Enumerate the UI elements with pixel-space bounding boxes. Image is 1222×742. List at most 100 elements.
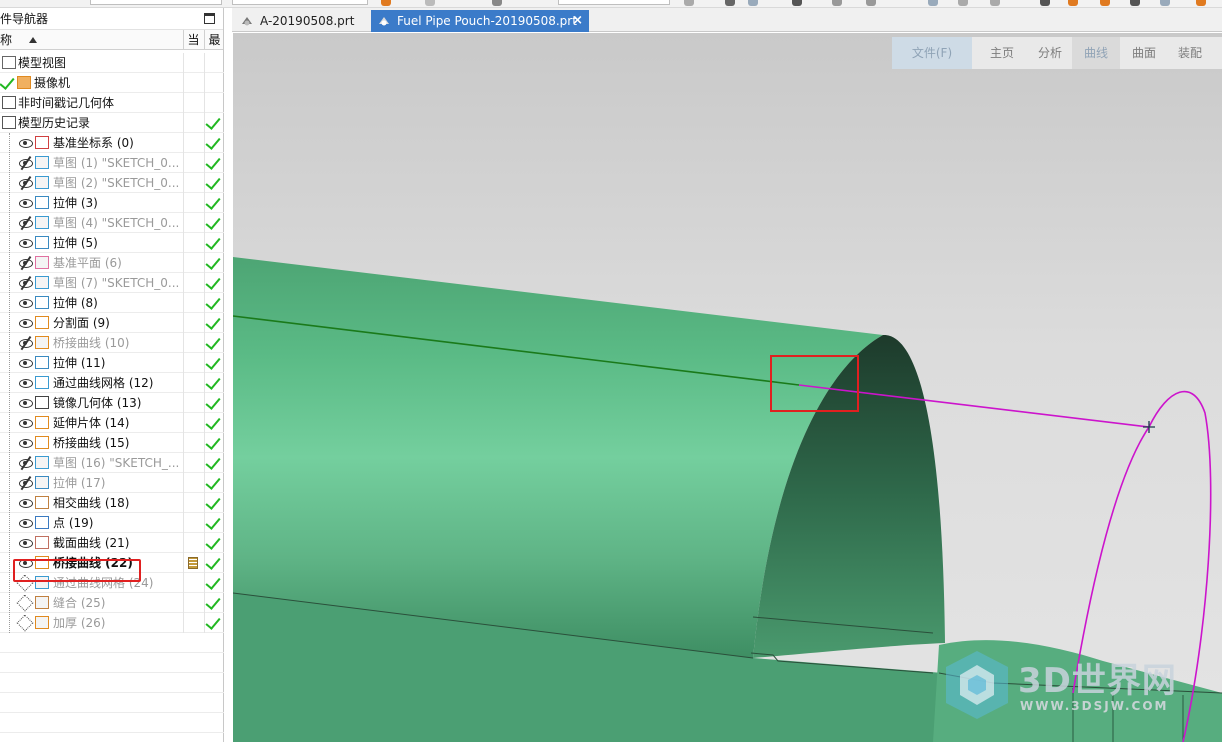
- eye-icon[interactable]: [19, 299, 33, 308]
- tree-row[interactable]: 点 (19): [0, 513, 224, 533]
- tab-analysis[interactable]: 分析: [1030, 37, 1070, 69]
- toolbar-icon[interactable]: [492, 0, 502, 6]
- eye-icon[interactable]: [19, 439, 33, 448]
- toolbar-icon[interactable]: [866, 0, 876, 6]
- eye-hidden-icon[interactable]: [19, 479, 33, 488]
- tree-row[interactable]: 拉伸 (8): [0, 293, 224, 313]
- current-cell[interactable]: [183, 613, 203, 633]
- eye-hidden-icon[interactable]: [19, 459, 33, 468]
- tree-row[interactable]: 草图 (2) "SKETCH_0...: [0, 173, 224, 193]
- toolbar-field[interactable]: [90, 0, 222, 5]
- current-cell[interactable]: [183, 113, 203, 133]
- current-cell[interactable]: [183, 413, 203, 433]
- tree-row[interactable]: 桥接曲线 (15): [0, 433, 224, 453]
- current-cell[interactable]: [183, 433, 203, 453]
- eye-icon[interactable]: [19, 239, 33, 248]
- tree-row[interactable]: 截面曲线 (21): [0, 533, 224, 553]
- current-cell[interactable]: [183, 233, 203, 253]
- toolbar-icon[interactable]: [1130, 0, 1140, 6]
- tab-fuel-pipe-pouch[interactable]: Fuel Pipe Pouch-20190508.prt ×: [371, 10, 589, 32]
- menu-file[interactable]: 文件(F): [892, 37, 972, 69]
- current-cell[interactable]: [183, 173, 203, 193]
- current-cell[interactable]: [183, 53, 203, 73]
- maximize-icon[interactable]: [204, 13, 215, 24]
- current-cell[interactable]: [183, 553, 203, 573]
- eye-icon[interactable]: [19, 419, 33, 428]
- eye-icon[interactable]: [19, 319, 33, 328]
- eye-hidden-icon[interactable]: [19, 339, 33, 348]
- tree-row[interactable]: 草图 (7) "SKETCH_0...: [0, 273, 224, 293]
- toolbar-icon[interactable]: [425, 0, 435, 6]
- current-cell[interactable]: [183, 353, 203, 373]
- toolbar-icon[interactable]: [1068, 0, 1078, 6]
- tree-row[interactable]: 摄像机: [0, 73, 224, 93]
- tree-row[interactable]: 拉伸 (3): [0, 193, 224, 213]
- current-cell[interactable]: [183, 473, 203, 493]
- eye-icon[interactable]: [19, 379, 33, 388]
- current-cell[interactable]: [183, 153, 203, 173]
- current-cell[interactable]: [183, 93, 203, 113]
- tab-a-prt[interactable]: A-20190508.prt: [234, 10, 368, 32]
- current-cell[interactable]: [183, 333, 203, 353]
- current-cell[interactable]: [183, 513, 203, 533]
- eye-hidden-icon[interactable]: [19, 179, 33, 188]
- eye-icon[interactable]: [19, 499, 33, 508]
- current-cell[interactable]: [183, 493, 203, 513]
- tree-row[interactable]: 基准平面 (6): [0, 253, 224, 273]
- current-cell[interactable]: [183, 393, 203, 413]
- tree-row[interactable]: 模型历史记录: [0, 113, 224, 133]
- sort-ascending-icon[interactable]: [29, 37, 37, 43]
- tree-row[interactable]: 相交曲线 (18): [0, 493, 224, 513]
- current-cell[interactable]: [183, 453, 203, 473]
- column-latest[interactable]: 最: [204, 30, 224, 50]
- eye-hidden-icon[interactable]: [19, 219, 33, 228]
- suppressed-icon[interactable]: [16, 594, 34, 612]
- tab-assembly[interactable]: 装配: [1170, 37, 1210, 69]
- tree-row[interactable]: 镜像几何体 (13): [0, 393, 224, 413]
- tree-row[interactable]: 基准坐标系 (0): [0, 133, 224, 153]
- toolbar-field[interactable]: [232, 0, 368, 5]
- column-current[interactable]: 当: [183, 30, 203, 50]
- toolbar-icon[interactable]: [1040, 0, 1050, 6]
- eye-hidden-icon[interactable]: [19, 259, 33, 268]
- tree-row[interactable]: 通过曲线网格 (12): [0, 373, 224, 393]
- check-icon[interactable]: [0, 74, 15, 90]
- tree-row[interactable]: 桥接曲线 (10): [0, 333, 224, 353]
- tree-row[interactable]: 加厚 (26): [0, 613, 224, 633]
- current-cell[interactable]: [183, 73, 203, 93]
- eye-icon[interactable]: [19, 359, 33, 368]
- tab-home[interactable]: 主页: [984, 37, 1020, 69]
- toolbar-icon[interactable]: [684, 0, 694, 6]
- model-scene[interactable]: [233, 33, 1222, 742]
- tree-row[interactable]: 延伸片体 (14): [0, 413, 224, 433]
- tree-row[interactable]: 草图 (4) "SKETCH_0...: [0, 213, 224, 233]
- toolbar-icon[interactable]: [1100, 0, 1110, 6]
- toolbar-icon[interactable]: [748, 0, 758, 6]
- tree-row[interactable]: 拉伸 (11): [0, 353, 224, 373]
- toolbar-field[interactable]: [558, 0, 670, 5]
- eye-icon[interactable]: [19, 139, 33, 148]
- current-cell[interactable]: [183, 593, 203, 613]
- eye-icon[interactable]: [19, 199, 33, 208]
- toolbar-icon[interactable]: [1196, 0, 1206, 6]
- tree-row[interactable]: 缝合 (25): [0, 593, 224, 613]
- eye-hidden-icon[interactable]: [19, 279, 33, 288]
- tree-row[interactable]: 拉伸 (5): [0, 233, 224, 253]
- current-cell[interactable]: [183, 253, 203, 273]
- toolbar-icon[interactable]: [832, 0, 842, 6]
- graphics-viewport[interactable]: [233, 33, 1222, 742]
- toolbar-icon[interactable]: [958, 0, 968, 6]
- eye-icon[interactable]: [19, 519, 33, 528]
- tab-surface[interactable]: 曲面: [1124, 37, 1164, 69]
- toolbar-icon[interactable]: [1160, 0, 1170, 6]
- tree-row[interactable]: 草图 (1) "SKETCH_0...: [0, 153, 224, 173]
- eye-hidden-icon[interactable]: [19, 159, 33, 168]
- current-cell[interactable]: [183, 573, 203, 593]
- eye-icon[interactable]: [19, 399, 33, 408]
- current-cell[interactable]: [183, 273, 203, 293]
- current-cell[interactable]: [183, 293, 203, 313]
- close-icon[interactable]: ×: [572, 10, 583, 32]
- current-cell[interactable]: [183, 193, 203, 213]
- tree-row[interactable]: 草图 (16) "SKETCH_...: [0, 453, 224, 473]
- current-cell[interactable]: [183, 313, 203, 333]
